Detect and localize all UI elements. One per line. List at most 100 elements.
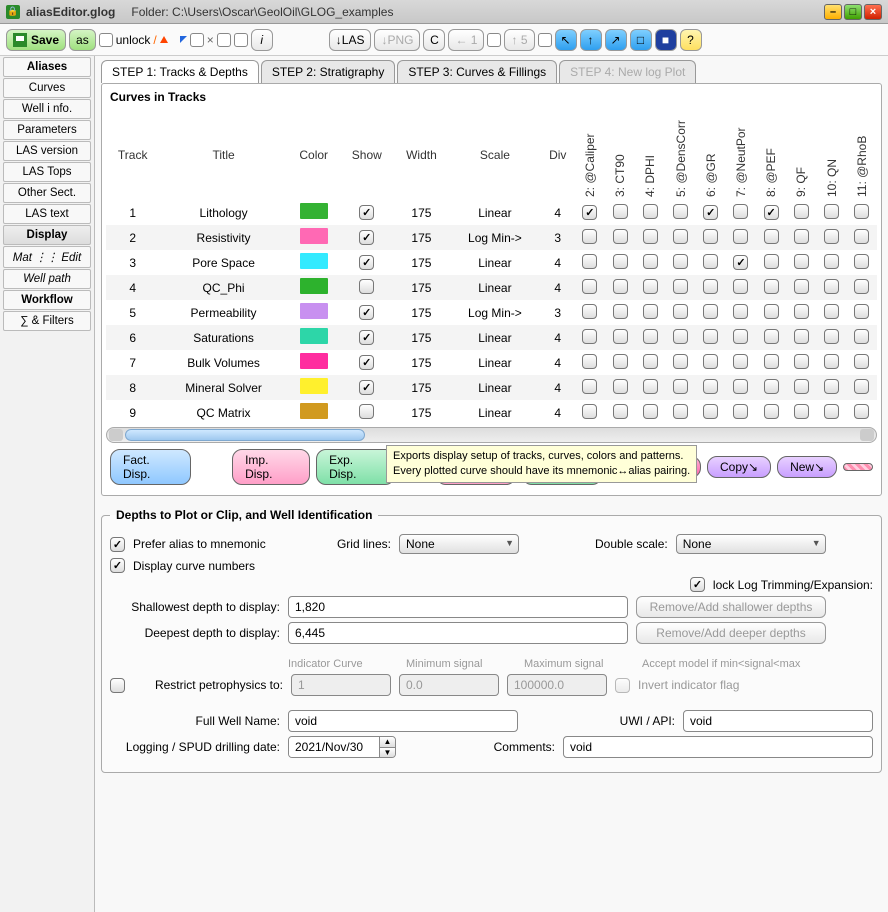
curve-checkbox[interactable]	[764, 279, 779, 294]
curve-checkbox[interactable]	[733, 255, 748, 270]
tool-up[interactable]: ↑	[580, 29, 602, 51]
tool-diag-up[interactable]: ↖	[555, 29, 577, 51]
fact-disp-button[interactable]: Fact. Disp.	[110, 449, 191, 485]
color-swatch[interactable]	[300, 228, 328, 244]
curve-checkbox[interactable]	[703, 379, 718, 394]
curve-checkbox[interactable]	[854, 229, 869, 244]
curve-checkbox[interactable]	[854, 329, 869, 344]
gridlines-select[interactable]: None	[399, 534, 519, 554]
curve-checkbox[interactable]	[854, 379, 869, 394]
curve-checkbox[interactable]	[794, 379, 809, 394]
show-checkbox[interactable]	[359, 355, 374, 370]
curve-checkbox[interactable]	[854, 254, 869, 269]
curve-checkbox[interactable]	[703, 404, 718, 419]
curve-checkbox[interactable]	[764, 229, 779, 244]
curve-checkbox[interactable]	[613, 329, 628, 344]
curve-checkbox[interactable]	[854, 404, 869, 419]
curve-checkbox[interactable]	[703, 304, 718, 319]
color-swatch[interactable]	[300, 328, 328, 344]
curve-checkbox[interactable]	[643, 204, 658, 219]
color-swatch[interactable]	[300, 378, 328, 394]
show-checkbox[interactable]	[359, 205, 374, 220]
table-row[interactable]: 6Saturations175Linear4	[106, 325, 877, 350]
help-button[interactable]: ?	[680, 29, 702, 51]
new-button[interactable]: New↘	[777, 456, 837, 478]
curve-checkbox[interactable]	[582, 404, 597, 419]
curve-checkbox[interactable]	[673, 229, 688, 244]
curve-checkbox[interactable]	[582, 205, 597, 220]
curve-checkbox[interactable]	[582, 254, 597, 269]
curve-checkbox[interactable]	[764, 304, 779, 319]
curve-checkbox[interactable]	[854, 279, 869, 294]
date-down-icon[interactable]: ▼	[379, 748, 395, 758]
curve-checkbox[interactable]	[794, 329, 809, 344]
sidebar-item-display[interactable]: Display	[3, 225, 91, 245]
curve-checkbox[interactable]	[613, 404, 628, 419]
curve-checkbox[interactable]	[703, 205, 718, 220]
curve-checkbox[interactable]	[643, 254, 658, 269]
curve-checkbox[interactable]	[703, 229, 718, 244]
curve-checkbox[interactable]	[643, 354, 658, 369]
export-png-button[interactable]: ↓PNG	[374, 29, 420, 51]
color-swatch[interactable]	[300, 303, 328, 319]
date-up-icon[interactable]: ▲	[379, 737, 395, 748]
curve-checkbox[interactable]	[733, 204, 748, 219]
sidebar-item-las-text[interactable]: LAS text	[3, 204, 91, 224]
copy-button[interactable]: Copy↘	[707, 456, 771, 478]
unlock-checkbox[interactable]	[99, 33, 113, 47]
curve-checkbox[interactable]	[794, 279, 809, 294]
exp-disp-button[interactable]: Exp. Disp.	[316, 449, 395, 485]
curve-checkbox[interactable]	[703, 279, 718, 294]
imp-disp-button[interactable]: Imp. Disp.	[232, 449, 310, 485]
show-checkbox[interactable]	[359, 255, 374, 270]
tool-sq2[interactable]: ■	[655, 29, 677, 51]
curve-checkbox[interactable]	[673, 354, 688, 369]
tb-check-1[interactable]	[190, 33, 204, 47]
curve-checkbox[interactable]	[613, 379, 628, 394]
sidebar-item--filters[interactable]: ∑ & Filters	[3, 311, 91, 331]
table-row[interactable]: 7Bulk Volumes175Linear4	[106, 350, 877, 375]
curve-checkbox[interactable]	[824, 254, 839, 269]
curve-checkbox[interactable]	[673, 254, 688, 269]
nav-right-check[interactable]	[487, 33, 501, 47]
curve-checkbox[interactable]	[582, 354, 597, 369]
curve-checkbox[interactable]	[582, 329, 597, 344]
red-flag-icon[interactable]	[160, 36, 168, 43]
curve-checkbox[interactable]	[733, 229, 748, 244]
show-checkbox[interactable]	[359, 380, 374, 395]
tool-diag[interactable]: ↗	[605, 29, 627, 51]
sidebar-item-las-version[interactable]: LAS version	[3, 141, 91, 161]
color-swatch[interactable]	[300, 278, 328, 294]
deep-input[interactable]	[288, 622, 628, 644]
curve-checkbox[interactable]	[824, 354, 839, 369]
display-nums-checkbox[interactable]	[110, 558, 125, 573]
show-checkbox[interactable]	[359, 305, 374, 320]
blue-flag-icon[interactable]	[180, 36, 187, 43]
sidebar-item-mat-edit[interactable]: Mat ⋮⋮ Edit	[3, 246, 91, 268]
curve-checkbox[interactable]	[794, 204, 809, 219]
info-button[interactable]: i	[251, 29, 273, 51]
tab-step-3-curves-fillings[interactable]: STEP 3: Curves & Fillings	[397, 60, 557, 83]
curve-checkbox[interactable]	[733, 304, 748, 319]
curve-checkbox[interactable]	[794, 229, 809, 244]
sidebar-item-aliases[interactable]: Aliases	[3, 57, 91, 77]
curve-checkbox[interactable]	[764, 254, 779, 269]
nav-left[interactable]: ← 1	[448, 29, 484, 51]
curve-checkbox[interactable]	[613, 279, 628, 294]
tb-check-3[interactable]	[234, 33, 248, 47]
color-swatch[interactable]	[300, 253, 328, 269]
color-swatch[interactable]	[300, 353, 328, 369]
curve-checkbox[interactable]	[794, 404, 809, 419]
deep-btn[interactable]: Remove/Add deeper depths	[636, 622, 826, 644]
color-swatch[interactable]	[300, 203, 328, 219]
uwi-input[interactable]	[683, 710, 873, 732]
table-row[interactable]: 5Permeability175Log Min->3	[106, 300, 877, 325]
delete-button[interactable]	[843, 463, 873, 471]
curve-checkbox[interactable]	[643, 279, 658, 294]
curve-checkbox[interactable]	[733, 329, 748, 344]
curve-checkbox[interactable]	[673, 404, 688, 419]
close-button[interactable]: ×	[864, 4, 882, 20]
color-swatch[interactable]	[300, 403, 328, 419]
shallow-btn[interactable]: Remove/Add shallower depths	[636, 596, 826, 618]
curve-checkbox[interactable]	[854, 204, 869, 219]
